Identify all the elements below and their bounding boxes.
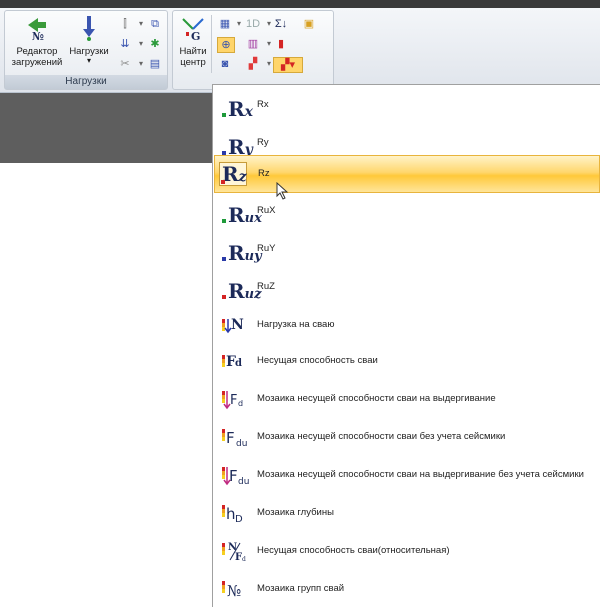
pullout-mosaic-icon: F d (222, 391, 243, 410)
menu-item-label: Несущая способность сваи(относительная) (257, 545, 450, 556)
ruz-icon: Ruz (220, 275, 261, 303)
menu-item-rx[interactable]: Rx Rx (213, 87, 599, 123)
rx-icon: Rx (220, 93, 253, 121)
ribbon: № Редактор загружений Нагрузки ▾ ⫿ ▾ ⧉ ⇊… (0, 8, 600, 93)
menu-item-label: Мозаика несущей способности сваи на выде… (257, 393, 496, 404)
pile-results-menu: Rx Rx Ry Ry Rz Rz Rux RuX Ruy RuY Ruz Ru… (212, 84, 600, 607)
pile-groups-icon: № (222, 581, 241, 600)
group-caption: Нагрузки (5, 75, 167, 89)
menu-item-pullout-mosaic[interactable]: F d Мозаика несущей способности сваи на … (213, 381, 599, 417)
flag-icon[interactable]: ▣ (301, 17, 317, 31)
menu-item-depth-mosaic[interactable]: h D Мозаика глубины (213, 495, 599, 531)
menu-item-label: Rx (257, 99, 269, 110)
sum-sort-icon[interactable]: Σ↓ (273, 17, 289, 31)
svg-text:F: F (230, 393, 237, 408)
menu-item-ruy[interactable]: Ruy RuY (213, 231, 599, 267)
menu-item-pile-load[interactable]: N Нагрузка на сваю (213, 307, 599, 343)
menu-item-label: Мозаика несущей способности сваи на выде… (257, 469, 584, 480)
load-small-icon-1[interactable]: ⫿ (117, 17, 133, 31)
disabled-icon: 1D (245, 18, 261, 30)
bars-icon[interactable]: ▥ (245, 37, 261, 51)
load-editor-label: Редактор загружений (11, 46, 63, 68)
load-table-icon[interactable]: ▤ (147, 57, 163, 71)
capacity-noseismic-icon: F du (222, 429, 247, 449)
load-editor-icon: № (28, 18, 46, 43)
pullout-noseismic-icon: F du (222, 467, 249, 487)
svg-text:du: du (236, 439, 247, 449)
menu-item-label: Нагрузка на сваю (257, 319, 335, 330)
menu-item-label: Несущая способность сваи (257, 355, 378, 366)
svg-text:№: № (227, 582, 241, 600)
pile-capacity-icon: F d (222, 354, 242, 370)
ruy-icon: Ruy (220, 237, 262, 265)
menu-item-rux[interactable]: Rux RuX (213, 193, 599, 229)
depth-mosaic-icon: h D (222, 505, 243, 525)
menu-item-relative-capacity[interactable]: N F d Несущая способность сваи(относител… (213, 533, 599, 569)
results-group: G Найти центр ▦ ▾ 1D ▾ Σ↓ ▣ ⊕ ▥ ▾ ▮ ◙ ▞ … (172, 10, 334, 90)
workspace-area (0, 93, 215, 163)
active-view-icon[interactable]: ⊕ (217, 37, 235, 53)
rz-icon: Rz (219, 162, 247, 186)
svg-text:F: F (226, 429, 235, 447)
svg-text:du: du (238, 477, 249, 487)
menu-item-pile-capacity[interactable]: F d Несущая способность сваи (213, 343, 599, 379)
pile-results-dropdown[interactable]: ▞▾ (273, 57, 303, 73)
svg-text:№: № (32, 30, 44, 41)
palette-icon[interactable]: ▞ (245, 57, 261, 71)
ry-icon: Ry (220, 131, 253, 159)
load-copy-icon[interactable]: ⧉ (147, 17, 163, 31)
menu-item-label: RuX (257, 205, 276, 216)
svg-text:d: d (242, 556, 246, 563)
pile-load-icon: N (222, 317, 244, 334)
loads-button[interactable]: Нагрузки ▾ (67, 15, 111, 65)
menu-item-label: RuY (257, 243, 276, 254)
loads-arrow-icon (83, 16, 95, 41)
tools-icon[interactable]: ✂ (117, 57, 133, 71)
loads-group: № Редактор загружений Нагрузки ▾ ⫿ ▾ ⧉ ⇊… (4, 10, 168, 90)
camera-icon[interactable]: ◙ (217, 57, 233, 71)
svg-text:d: d (238, 399, 243, 408)
svg-text:d: d (235, 358, 242, 369)
menu-item-label: RuZ (257, 281, 275, 292)
mouse-cursor-icon (276, 182, 289, 200)
relative-capacity-icon: N F d (222, 542, 246, 563)
window-title-bar (0, 0, 600, 8)
svg-text:F: F (229, 467, 238, 485)
load-gear-icon[interactable]: ✱ (147, 37, 163, 51)
find-center-icon: G (182, 18, 204, 43)
svg-text:G: G (191, 30, 200, 41)
distributed-load-icon[interactable]: ⇊ (117, 37, 133, 51)
menu-item-ruz[interactable]: Ruz RuZ (213, 269, 599, 305)
menu-item-pile-groups[interactable]: № Мозаика групп свай (213, 571, 599, 607)
menu-item-label: Мозаика групп свай (257, 583, 345, 594)
svg-text:D: D (235, 514, 243, 525)
menu-item-pullout-noseismic[interactable]: F du Мозаика несущей способности сваи на… (213, 457, 599, 493)
menu-item-capacity-noseismic[interactable]: F du Мозаика несущей способности сваи бе… (213, 419, 599, 455)
menu-item-label: Rz (258, 168, 270, 179)
color-scale-icon[interactable]: ▮ (273, 37, 289, 51)
menu-item-label: Мозаика глубины (257, 507, 334, 518)
load-editor-button[interactable]: № Редактор загружений (9, 15, 65, 68)
rux-icon: Rux (220, 199, 262, 227)
menu-item-rz[interactable]: Rz Rz (214, 155, 600, 193)
find-center-button[interactable]: G Найти центр (177, 15, 209, 68)
menu-item-label: Мозаика несущей способности сваи без уче… (257, 431, 506, 442)
find-center-label: Найти центр (179, 46, 207, 68)
separator (211, 15, 212, 73)
svg-text:N: N (231, 317, 244, 333)
